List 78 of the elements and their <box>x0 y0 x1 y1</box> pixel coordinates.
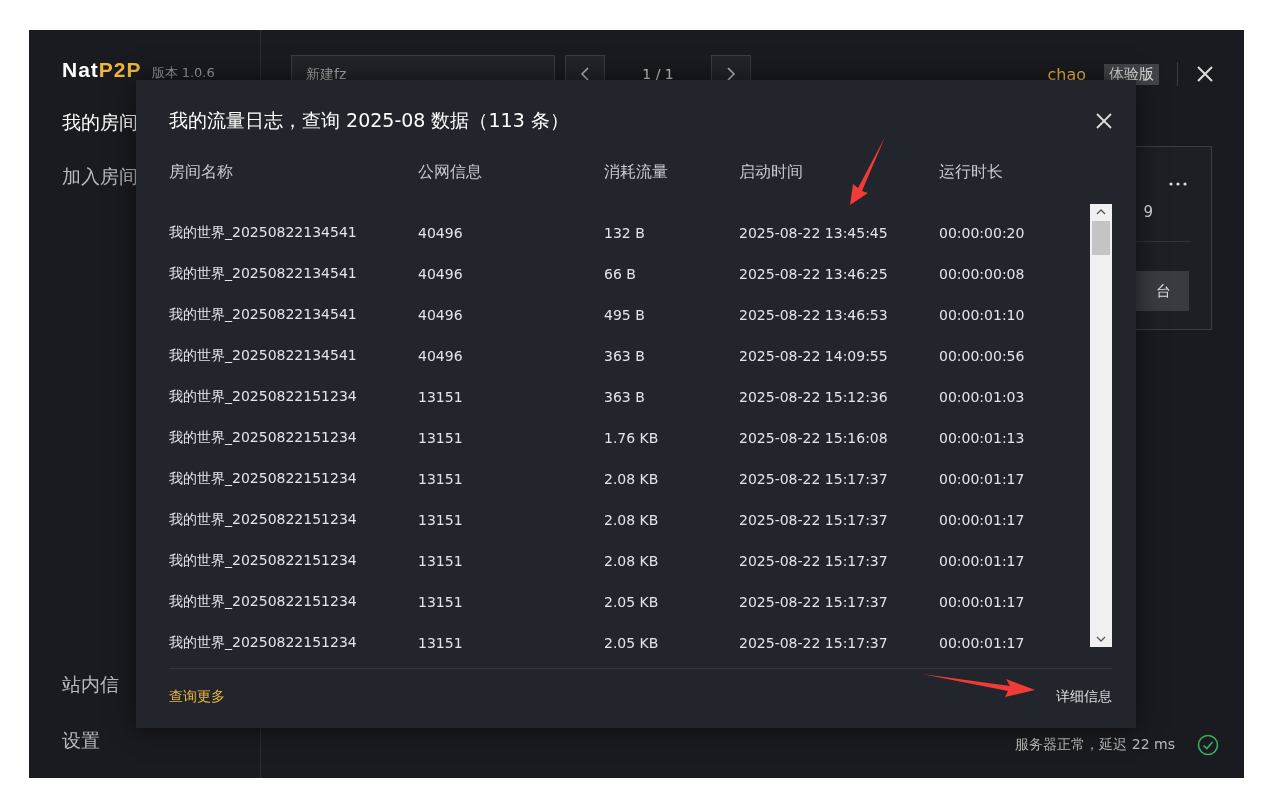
table-cell-text: 我的世界_20250822151234 <box>169 428 358 447</box>
table-cell-text: 00:00:00:20 <box>939 224 1026 241</box>
table-cell-text: 我的世界_20250822151234 <box>169 510 358 529</box>
table-cell-text: 2025-08-22 14:09:55 <box>739 347 889 364</box>
table-cell-text: 00:00:01:10 <box>939 306 1026 323</box>
table-cell-text: 2025-08-22 15:12:36 <box>739 388 889 405</box>
scroll-down-icon[interactable] <box>1096 636 1106 642</box>
table-cell-text: 00:00:00:08 <box>939 265 1026 282</box>
table-cell-text: 13151 <box>418 634 464 651</box>
table-cell-text: 2025-08-22 15:16:08 <box>739 429 889 446</box>
table-cell-text: 363 B <box>604 388 646 405</box>
table-cell-text: 13151 <box>418 511 464 528</box>
close-icon[interactable] <box>1196 65 1214 83</box>
scroll-up-icon[interactable] <box>1096 209 1106 215</box>
table-cell-text: 2025-08-22 15:17:37 <box>739 470 889 487</box>
column-header: 公网信息 <box>418 162 483 183</box>
table-cell-text: 495 B <box>604 306 646 323</box>
table-cell-text: 00:00:00:56 <box>939 347 1026 364</box>
table-cell-text: 2025-08-22 13:45:45 <box>739 224 889 241</box>
table-cell-text: 我的世界_20250822151234 <box>169 387 358 406</box>
table-cell-text: 2.05 KB <box>604 593 660 610</box>
server-status: 服务器正常，延迟 22 ms <box>1015 736 1175 754</box>
table-cell-text: 2025-08-22 15:17:37 <box>739 511 889 528</box>
table-cell-text: 2025-08-22 13:46:25 <box>739 265 889 282</box>
table-cell-text: 我的世界_20250822151234 <box>169 592 358 611</box>
table-cell-text: 40496 <box>418 306 464 323</box>
table-cell-text: 我的世界_20250822151234 <box>169 469 358 488</box>
column-header: 房间名称 <box>169 162 234 183</box>
column-header: 启动时间 <box>739 162 804 183</box>
table-cell-text: 2025-08-22 15:17:37 <box>739 593 889 610</box>
table-cell-text: 40496 <box>418 347 464 364</box>
table-cell-text: 2025-08-22 15:17:37 <box>739 552 889 569</box>
table-cell-text: 132 B <box>604 224 646 241</box>
table-cell-text: 2.05 KB <box>604 634 660 651</box>
table-cell-text: 13151 <box>418 593 464 610</box>
table-cell-text: 我的世界_20250822134541 <box>169 305 358 324</box>
query-more-link[interactable]: 查询更多 <box>169 688 225 706</box>
table-cell-text: 00:00:01:17 <box>939 552 1026 569</box>
chevron-left-icon <box>580 67 590 81</box>
table-cell-text: 2025-08-22 13:46:53 <box>739 306 889 323</box>
table-cell-text: 363 B <box>604 347 646 364</box>
table-cell-text: 00:00:01:13 <box>939 429 1026 446</box>
table-cell-text: 我的世界_20250822134541 <box>169 223 358 242</box>
username: chao <box>1047 64 1086 84</box>
table-cell-text: 66 B <box>604 265 637 282</box>
table-cell-text: 2.08 KB <box>604 470 660 487</box>
table-cell-text: 2.08 KB <box>604 552 660 569</box>
dialog-title: 我的流量日志，查询 2025-08 数据（113 条） <box>169 108 569 133</box>
table-cell-text: 00:00:01:03 <box>939 388 1026 405</box>
scrollbar[interactable] <box>1090 204 1112 647</box>
page-indicator: 1 / 1 <box>641 66 675 82</box>
card-text: 9 <box>1143 203 1153 221</box>
table-cell-text: 13151 <box>418 470 464 487</box>
app-logo: NatP2P <box>62 58 142 82</box>
column-header: 消耗流量 <box>604 162 669 183</box>
table-cell-text: 1.76 KB <box>604 429 660 446</box>
table-cell-text: 40496 <box>418 224 464 241</box>
table-cell-text: 我的世界_20250822134541 <box>169 264 358 283</box>
table-cell-text: 我的世界_20250822151234 <box>169 551 358 570</box>
table-cell-text: 00:00:01:17 <box>939 593 1026 610</box>
scrollbar-thumb[interactable] <box>1092 221 1110 255</box>
table-cell-text: 2025-08-22 15:17:37 <box>739 634 889 651</box>
table-cell-text: 我的世界_20250822151234 <box>169 633 358 652</box>
chevron-right-icon <box>726 67 736 81</box>
table-cell-text: 2.08 KB <box>604 511 660 528</box>
close-icon[interactable] <box>1096 113 1112 129</box>
table-cell-text: 13151 <box>418 388 464 405</box>
table-cell-text: 13151 <box>418 429 464 446</box>
sidebar-item[interactable]: 设置 <box>62 728 260 754</box>
table-cell-text: 13151 <box>418 552 464 569</box>
table-cell-text: 00:00:01:17 <box>939 511 1026 528</box>
table-cell-text: 40496 <box>418 265 464 282</box>
version-label: 版本 1.0.6 <box>151 64 215 82</box>
table-cell-text: 我的世界_20250822134541 <box>169 346 358 365</box>
table-cell-text: 00:00:01:17 <box>939 634 1026 651</box>
details-link[interactable]: 详细信息 <box>1056 688 1112 706</box>
table-cell-text: 00:00:01:17 <box>939 470 1026 487</box>
column-header: 运行时长 <box>939 162 1004 183</box>
